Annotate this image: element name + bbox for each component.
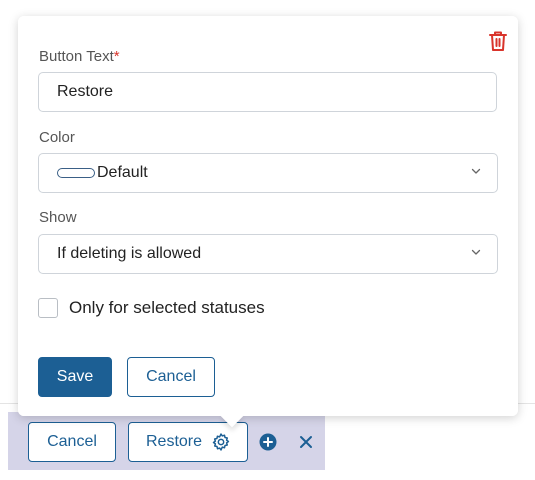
- color-label: Color: [39, 129, 75, 146]
- button-toolbar: Cancel Restore: [8, 412, 325, 470]
- cancel-button[interactable]: Cancel: [127, 357, 215, 397]
- toolbar-cancel-button[interactable]: Cancel: [28, 422, 116, 462]
- gear-icon[interactable]: [211, 432, 231, 452]
- button-settings-popup: Button Text* Restore Color Default Show …: [18, 16, 518, 428]
- toolbar-restore-label: Restore: [146, 433, 203, 450]
- color-swatch: [57, 168, 95, 178]
- color-value: Default: [97, 164, 148, 181]
- selected-statuses-option: Only for selected statuses: [38, 298, 265, 318]
- button-text-value: Restore: [57, 83, 114, 100]
- show-value: If deleting is allowed: [57, 245, 202, 262]
- selected-statuses-label: Only for selected statuses: [69, 298, 265, 317]
- required-marker: *: [113, 48, 120, 65]
- save-label: Save: [56, 368, 94, 385]
- popup-body: Button Text* Restore Color Default Show …: [18, 16, 518, 416]
- button-text-input[interactable]: Restore: [38, 72, 497, 112]
- toolbar-cancel-label: Cancel: [47, 433, 97, 450]
- show-label: Show: [39, 209, 77, 226]
- plus-circle-icon[interactable]: [259, 433, 277, 451]
- color-select[interactable]: Default: [38, 153, 498, 193]
- button-text-label-text: Button Text: [39, 48, 114, 65]
- close-icon[interactable]: [299, 435, 313, 449]
- chevron-down-icon: [471, 168, 481, 174]
- show-select[interactable]: If deleting is allowed: [38, 234, 498, 274]
- save-button[interactable]: Save: [38, 357, 112, 397]
- cancel-label: Cancel: [146, 368, 196, 385]
- selected-statuses-checkbox[interactable]: [38, 298, 58, 318]
- button-text-label: Button Text*: [39, 48, 120, 65]
- chevron-down-icon: [471, 249, 481, 255]
- trash-icon[interactable]: [488, 30, 508, 52]
- toolbar-restore-button[interactable]: Restore: [128, 422, 248, 462]
